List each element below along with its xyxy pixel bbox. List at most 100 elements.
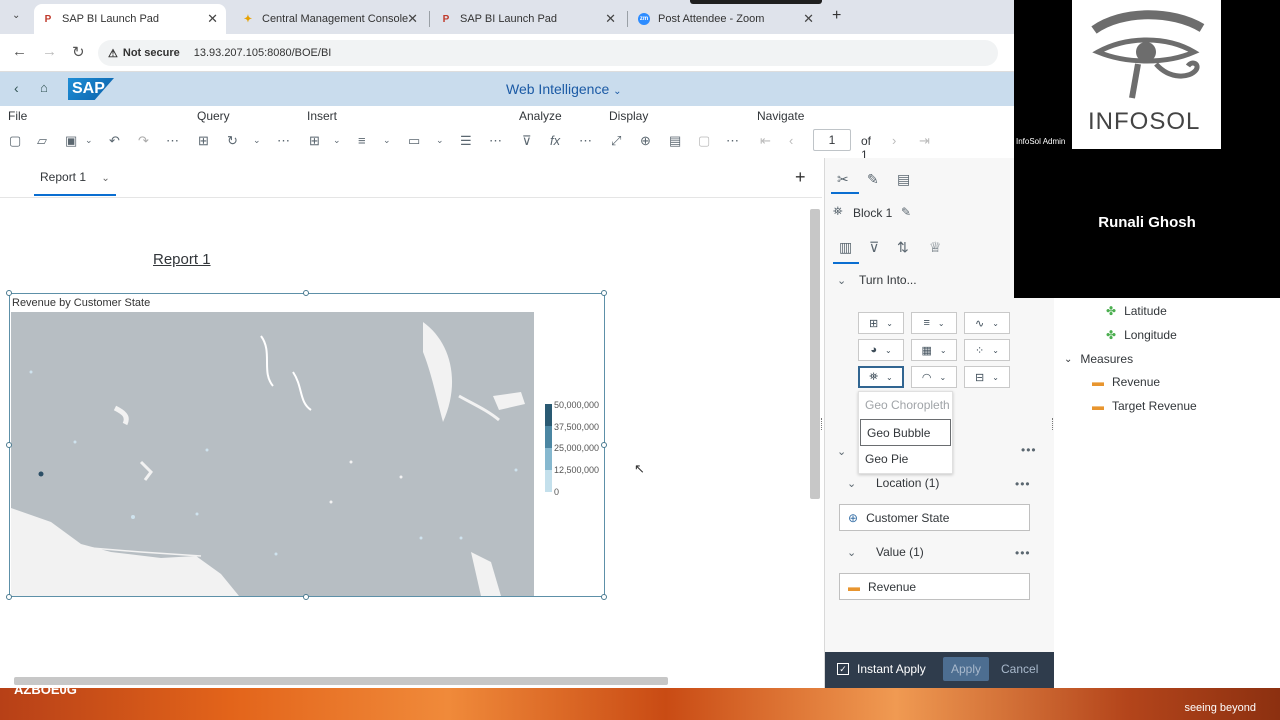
new-tab-icon[interactable]: + [832, 7, 841, 25]
more-icon[interactable]: ⋯ [489, 133, 502, 149]
browser-tab[interactable]: P SAP BI Launch Pad ✕ [432, 4, 624, 34]
value-field-revenue[interactable]: ▬ Revenue [839, 573, 1030, 600]
checkbox-checked-icon[interactable]: ✓ [837, 663, 849, 675]
more-options-icon[interactable]: ••• [1021, 443, 1037, 457]
more-options-icon[interactable]: ••• [1015, 546, 1031, 560]
chevron-down-icon[interactable]: ⌄ [837, 445, 846, 458]
formula-icon[interactable]: fx [550, 133, 560, 148]
tab-report-1[interactable]: Report 1 ⌄ [34, 170, 116, 196]
turn-into-table-button[interactable]: ⊞ ⌄ [858, 312, 904, 334]
resize-handle[interactable] [6, 594, 12, 600]
browser-tab[interactable]: P SAP BI Launch Pad ✕ [34, 4, 226, 34]
dimension-item[interactable]: ✤ Longitude [1106, 328, 1177, 342]
browser-tab[interactable]: zm Post Attendee - Zoom ✕ [630, 4, 822, 34]
measure-item[interactable]: ▬ Target Revenue [1092, 399, 1197, 413]
last-page-icon[interactable]: ⇥ [919, 133, 930, 149]
first-page-icon[interactable]: ⇤ [760, 133, 771, 149]
instant-apply-toggle[interactable]: ✓ Instant Apply [837, 662, 926, 676]
rename-pencil-icon[interactable]: ✎ [901, 205, 911, 219]
chevron-down-icon[interactable]: ⌄ [837, 274, 846, 287]
more-icon[interactable]: ⋯ [579, 133, 592, 149]
previous-page-icon[interactable]: ‹ [789, 133, 793, 148]
location-field-customer-state[interactable]: ⊕ Customer State [839, 504, 1030, 531]
format-icon[interactable]: ✎ [867, 171, 879, 188]
app-title[interactable]: Web Intelligence ⌄ [506, 81, 622, 97]
toolbar-group-file[interactable]: File [8, 109, 27, 123]
toolbar-group-query[interactable]: Query [197, 109, 230, 123]
browser-tab[interactable]: ✦ Central Management Console ✕ [234, 4, 426, 34]
home-icon[interactable]: ⌂ [40, 80, 48, 95]
toolbar-group-display[interactable]: Display [609, 109, 648, 123]
resize-handle[interactable] [303, 594, 309, 600]
resize-handle[interactable] [601, 442, 607, 448]
close-icon[interactable]: ✕ [803, 11, 814, 27]
security-indicator[interactable]: ⚠ Not secure [98, 47, 180, 60]
insert-cell-icon[interactable]: ▭ [408, 133, 420, 149]
insert-chart-icon[interactable]: ≡ [358, 133, 366, 148]
chevron-down-icon[interactable]: ⌄ [85, 135, 93, 146]
turn-into-pie-button[interactable]: ◕ ⌄ [858, 339, 904, 361]
chart-title[interactable]: Revenue by Customer State [12, 297, 150, 309]
back-icon[interactable]: ← [12, 43, 27, 60]
us-map[interactable] [11, 312, 534, 596]
turn-into-scatter-button[interactable]: ⁘ ⌄ [964, 339, 1010, 361]
report-canvas[interactable]: Report 1 Revenue by Customer State 50,00… [0, 199, 822, 687]
horizontal-scrollbar[interactable] [14, 677, 668, 685]
chevron-down-icon[interactable]: ⌄ [333, 135, 341, 146]
close-icon[interactable]: ✕ [207, 11, 218, 27]
sap-logo[interactable]: SAP [68, 78, 114, 100]
refresh-icon[interactable]: ↻ [227, 133, 238, 149]
filter-icon[interactable]: ⊽ [522, 133, 532, 149]
turn-into-bar-button[interactable]: ≡ ⌄ [911, 312, 957, 334]
ranking-icon[interactable]: ♕ [929, 239, 942, 256]
panel-splitter[interactable] [821, 418, 824, 430]
chevron-down-icon[interactable]: ⌄ [253, 135, 261, 146]
filter-icon[interactable]: ⊽ [869, 239, 879, 256]
resize-handle[interactable] [601, 290, 607, 296]
undo-icon[interactable]: ↶ [109, 133, 120, 149]
reload-icon[interactable]: ↻ [72, 43, 85, 61]
report-title[interactable]: Report 1 [153, 251, 211, 268]
geo-chart-block[interactable]: Revenue by Customer State 50,000,000 37,… [9, 293, 605, 597]
page-mode-icon[interactable]: ▤ [669, 133, 681, 149]
build-tools-icon[interactable]: ✂ [837, 171, 849, 188]
measure-item[interactable]: ▬ Revenue [1092, 375, 1160, 389]
chevron-down-icon[interactable]: ⌄ [436, 135, 444, 146]
close-icon[interactable]: ✕ [407, 11, 418, 27]
measures-folder[interactable]: ⌄ Measures [1064, 352, 1133, 366]
turn-into-other-button[interactable]: ⊟ ⌄ [964, 366, 1010, 388]
chevron-down-icon[interactable]: ⌄ [847, 546, 856, 559]
insert-list-icon[interactable]: ☰ [460, 133, 472, 149]
more-icon[interactable]: ⋯ [277, 133, 290, 149]
save-icon[interactable]: ▣ [65, 133, 77, 149]
more-icon[interactable]: ⋯ [166, 133, 179, 149]
resize-handle[interactable] [6, 290, 12, 296]
cancel-button[interactable]: Cancel [1001, 662, 1038, 676]
open-document-icon[interactable]: ▱ [37, 133, 47, 149]
resize-handle[interactable] [303, 290, 309, 296]
turn-into-line-button[interactable]: ∿ ⌄ [964, 312, 1010, 334]
turn-into-treemap-button[interactable]: ▦ ⌄ [911, 339, 957, 361]
more-icon[interactable]: ⋯ [726, 133, 739, 149]
chevron-down-icon[interactable]: ⌄ [383, 135, 391, 146]
turn-into-geo-button[interactable]: ⛯ ⌄ [858, 366, 904, 388]
more-options-icon[interactable]: ••• [1015, 477, 1031, 491]
toolbar-group-navigate[interactable]: Navigate [757, 109, 804, 123]
assign-data-icon[interactable]: ▥ [839, 239, 852, 256]
resize-handle[interactable] [6, 442, 12, 448]
dimension-item[interactable]: ✤ Latitude [1106, 304, 1167, 318]
redo-icon[interactable]: ↷ [138, 133, 149, 149]
fit-page-icon[interactable]: ⤢ [611, 133, 621, 149]
apply-button[interactable]: Apply [943, 657, 989, 681]
outline-icon[interactable]: ▢ [698, 133, 710, 149]
sort-icon[interactable]: ⇅ [897, 239, 909, 256]
add-report-icon[interactable]: + [795, 167, 806, 188]
data-icon[interactable]: ▤ [897, 171, 910, 188]
toolbar-group-insert[interactable]: Insert [307, 109, 337, 123]
menu-item-geo-bubble[interactable]: Geo Bubble [860, 419, 951, 446]
tab-search-chevron-icon[interactable]: ⌄ [12, 10, 20, 21]
vertical-scrollbar[interactable] [810, 209, 820, 499]
page-number-input[interactable]: 1 [813, 129, 851, 151]
insert-table-icon[interactable]: ⊞ [309, 133, 320, 149]
next-page-icon[interactable]: › [892, 133, 896, 148]
